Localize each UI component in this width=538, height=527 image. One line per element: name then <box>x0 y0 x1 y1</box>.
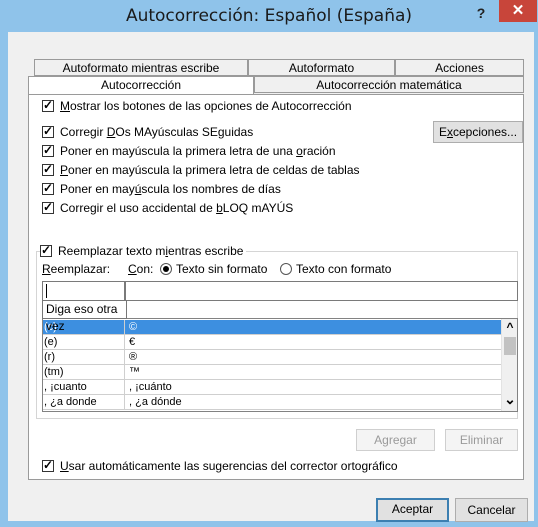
entry-replace: , ¿a donde <box>44 395 125 409</box>
entry-replace: , ¡cuanto <box>44 380 125 394</box>
scroll-thumb[interactable] <box>504 337 516 355</box>
check-icon: ✓ <box>43 162 54 176</box>
button-label: cepciones... <box>452 125 518 139</box>
option-label-accesskey: P <box>60 163 69 177</box>
check-icon: ✓ <box>43 181 54 195</box>
option-label: Poner en mayúscula la primera letra de u… <box>60 144 297 158</box>
option-label: sar automáticamente las sugerencias del … <box>68 459 398 473</box>
option-label: entras escribe <box>168 244 244 258</box>
option-label-accesskey: b <box>216 201 223 215</box>
dialog-title: Autocorrección: Español (España) <box>125 6 413 26</box>
tooltip: Diga eso otra vez <box>42 300 127 333</box>
text-cursor <box>46 284 47 298</box>
tab-actions[interactable]: Acciones <box>395 59 524 76</box>
entry-with: ™ <box>129 366 140 378</box>
spell-suggestions-option[interactable]: ✓ Usar automáticamente las sugerencias de… <box>42 458 398 474</box>
list-scrollbar[interactable]: ^ ⌄ <box>501 319 517 411</box>
option-label: Reemplazar texto m <box>58 244 166 258</box>
scroll-up-icon[interactable]: ^ <box>502 319 517 334</box>
option-label-accesskey: U <box>60 459 69 473</box>
tab-autocorrect[interactable]: Autocorrección <box>28 76 254 95</box>
two-caps-option[interactable]: ✓ Corregir DOs MAyúsculas SEguidas <box>42 124 253 140</box>
list-item[interactable]: (r) ® <box>43 350 501 365</box>
plain-text-radio[interactable] <box>160 263 172 275</box>
close-button[interactable]: ✕ <box>499 0 537 22</box>
list-item[interactable]: , ¡cuanto , ¡cuánto <box>43 380 501 395</box>
entry-with: © <box>129 321 138 333</box>
sentence-caps-checkbox[interactable]: ✓ <box>42 143 54 157</box>
spell-suggestions-checkbox[interactable]: ✓ <box>42 458 54 472</box>
autocorrect-dialog: Autocorrección: Español (España) ? ✕ Aut… <box>0 0 538 527</box>
option-label: ostrar los botones de las opciones de Au… <box>70 99 352 113</box>
add-button[interactable]: Agregar <box>356 429 435 451</box>
check-icon: ✓ <box>43 98 54 112</box>
autocorrect-entries-list[interactable]: (c)© (e)€ (r)® (tm)™ , ¡cuanto, ¡cuánto … <box>42 318 518 412</box>
table-cells-checkbox[interactable]: ✓ <box>42 162 54 176</box>
table-cells-option[interactable]: ✓ Poner en mayúscula la primera letra de … <box>42 162 360 178</box>
tab-math-autocorrect[interactable]: Autocorrección matemática <box>254 76 524 93</box>
option-label-accesskey: M <box>60 99 70 113</box>
option-label: Corregir <box>60 125 107 139</box>
replace-input[interactable] <box>42 281 125 301</box>
button-label: E <box>438 125 447 139</box>
list-item[interactable]: (e) € <box>43 335 501 350</box>
day-names-option[interactable]: ✓ Poner en mayúscula los nombres de días <box>42 181 281 197</box>
check-icon: ✓ <box>43 458 54 472</box>
check-icon: ✓ <box>41 243 52 257</box>
replace-as-you-type-checkbox[interactable]: ✓ <box>40 243 52 257</box>
title-bar: Autocorrección: Español (España) ? ✕ <box>0 0 538 32</box>
check-icon: ✓ <box>43 124 54 138</box>
list-item[interactable]: (c)© <box>43 320 501 335</box>
entry-with: , ¿a dónde <box>129 396 182 408</box>
plain-text-radio-option[interactable]: Texto sin formato <box>160 261 267 277</box>
option-label: ración <box>302 144 336 158</box>
formatted-text-radio[interactable] <box>280 263 292 275</box>
exceptions-button[interactable]: Excepciones... <box>433 121 523 143</box>
show-buttons-option[interactable]: ✓ Mostrar los botones de las opciones de … <box>42 98 352 114</box>
list-item[interactable]: (tm) ™ <box>43 365 501 380</box>
two-caps-checkbox[interactable]: ✓ <box>42 124 54 138</box>
caps-lock-checkbox[interactable]: ✓ <box>42 200 54 214</box>
tab-autoformat-as-you-type[interactable]: Autoformato mientras escribe <box>34 59 248 76</box>
with-input[interactable] <box>125 281 518 301</box>
label-text: on: <box>136 262 154 276</box>
formatted-text-radio-option[interactable]: Texto con formato <box>280 261 391 277</box>
entry-with: ® <box>129 351 138 363</box>
option-label: oner en mayúscula la primera letra de ce… <box>68 163 360 177</box>
entry-replace: (e) <box>44 335 125 349</box>
replace-as-you-type-option[interactable]: ✓ Reemplazar texto mientras escribe <box>40 243 247 259</box>
scroll-down-icon[interactable]: ⌄ <box>502 392 517 409</box>
with-label: Con: <box>128 261 153 277</box>
radio-label: Texto con formato <box>296 262 392 276</box>
cancel-button[interactable]: Cancelar <box>455 498 528 522</box>
radio-label: Texto sin formato <box>176 262 268 276</box>
option-label: Poner en may <box>60 182 135 196</box>
replace-label: Reemplazar: <box>42 261 110 277</box>
help-button[interactable]: ? <box>471 3 491 23</box>
delete-button[interactable]: Eliminar <box>445 429 518 451</box>
label-text: eemplazar: <box>50 262 111 276</box>
entry-with: , ¡cuánto <box>129 381 172 393</box>
caps-lock-option[interactable]: ✓ Corregir el uso accidental de bLOQ mAYÚ… <box>42 200 293 216</box>
label-accesskey: R <box>42 262 51 276</box>
entry-with: € <box>129 336 136 348</box>
label-accesskey: C <box>128 262 137 276</box>
ok-button[interactable]: Aceptar <box>376 498 449 522</box>
check-icon: ✓ <box>43 200 54 214</box>
check-icon: ✓ <box>43 143 54 157</box>
option-label: Corregir el uso accidental de <box>60 201 217 215</box>
day-names-checkbox[interactable]: ✓ <box>42 181 54 195</box>
entry-replace: (r) <box>44 350 125 364</box>
option-label: scula los nombres de días <box>141 182 281 196</box>
radio-dot <box>163 266 169 272</box>
option-label-accesskey: o <box>296 144 303 158</box>
tab-autoformat[interactable]: Autoformato <box>248 59 395 76</box>
entry-replace: (tm) <box>44 365 125 379</box>
list-item[interactable]: , ¿a donde , ¿a dónde <box>43 395 501 410</box>
option-label: Os MAyúsculas SEguidas <box>115 125 254 139</box>
show-buttons-checkbox[interactable]: ✓ <box>42 98 54 112</box>
option-label: LOQ mAYÚS <box>222 201 294 215</box>
sentence-caps-option[interactable]: ✓ Poner en mayúscula la primera letra de … <box>42 143 336 159</box>
